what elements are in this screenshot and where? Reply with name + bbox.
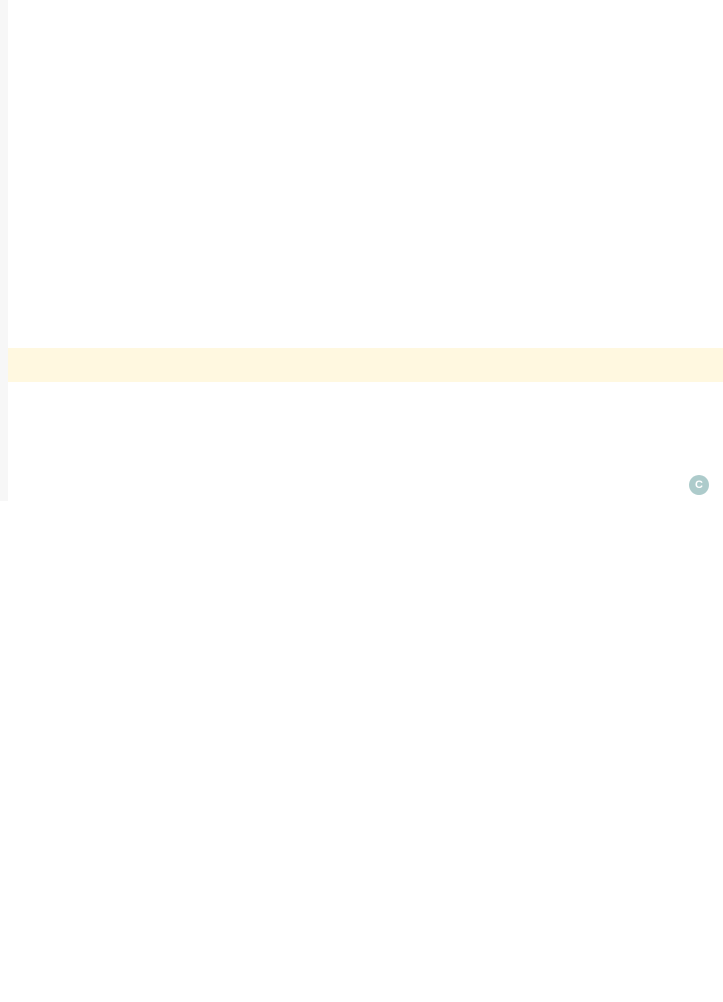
code-line — [12, 293, 176, 310]
code-line — [12, 464, 176, 481]
gutter — [0, 0, 8, 501]
code-line — [12, 87, 176, 104]
code-line — [12, 566, 176, 583]
code-line — [12, 634, 176, 651]
code-line — [12, 908, 176, 925]
code-line — [12, 771, 176, 788]
code-line — [12, 327, 176, 344]
code-line — [12, 361, 176, 378]
code-line — [12, 19, 176, 36]
code-line — [12, 942, 176, 959]
code-line — [12, 190, 176, 207]
code-line — [12, 737, 176, 754]
code-block — [12, 2, 176, 1002]
code-line — [12, 840, 176, 857]
code-line — [12, 532, 176, 549]
code-line — [12, 53, 176, 70]
code-line — [12, 874, 176, 891]
watermark: C — [689, 475, 717, 495]
code-line — [12, 395, 176, 412]
code-line — [12, 669, 176, 686]
code-line — [12, 122, 176, 139]
watermark-icon: C — [689, 475, 709, 495]
code-line — [12, 156, 176, 173]
code-line — [12, 805, 176, 822]
code-line — [12, 498, 176, 515]
code-line — [12, 703, 176, 720]
code-line — [12, 600, 176, 617]
code-line — [12, 429, 176, 446]
code-line — [12, 258, 176, 275]
code-line — [12, 976, 176, 993]
code-line — [12, 224, 176, 241]
